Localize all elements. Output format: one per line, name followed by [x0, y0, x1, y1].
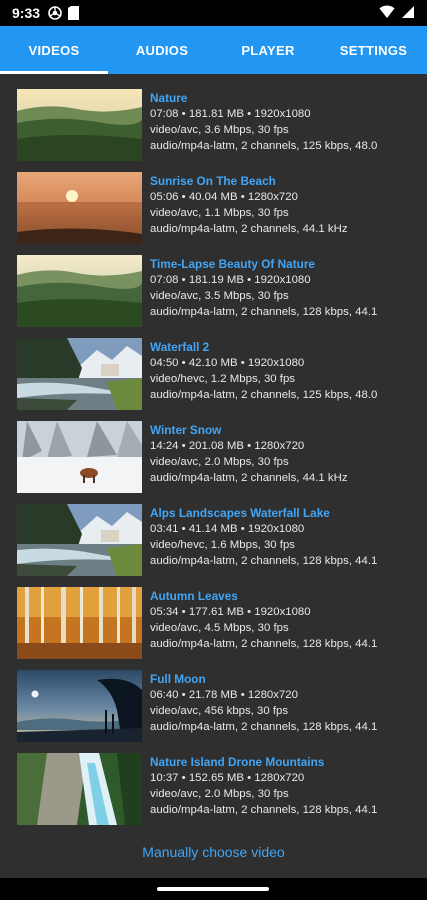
video-codec: video/avc, 2.0 Mbps, 30 fps — [150, 456, 289, 468]
video-info: Nature Island Drone Mountains 10:37 • 15… — [150, 754, 419, 818]
video-title: Nature Island Drone Mountains — [150, 755, 325, 769]
video-item[interactable]: Full Moon 06:40 • 21.78 MB • 1280x720 vi… — [8, 665, 419, 748]
video-thumbnail — [17, 89, 142, 161]
video-info: Full Moon 06:40 • 21.78 MB • 1280x720 vi… — [150, 671, 419, 735]
battery-icon — [401, 5, 415, 22]
video-meta: 04:50 • 42.10 MB • 1920x1080 — [150, 357, 305, 369]
video-info: Autumn Leaves 05:34 • 177.61 MB • 1920x1… — [150, 588, 419, 652]
video-title: Alps Landscapes Waterfall Lake — [150, 506, 330, 520]
video-item[interactable]: Nature 07:08 • 181.81 MB • 1920x1080 vid… — [8, 84, 419, 167]
video-thumbnail — [17, 670, 142, 742]
video-codec: video/hevc, 1.6 Mbps, 30 fps — [150, 539, 295, 551]
video-meta: 10:37 • 152.65 MB • 1280x720 — [150, 772, 305, 784]
video-thumbnail — [17, 421, 142, 493]
video-title: Autumn Leaves — [150, 589, 238, 603]
chrome-icon — [48, 6, 62, 20]
video-meta: 14:24 • 201.08 MB • 1280x720 — [150, 440, 305, 452]
audio-codec: audio/mp4a-latm, 2 channels, 128 kbps, 4… — [150, 721, 378, 733]
video-title: Winter Snow — [150, 423, 222, 437]
video-codec: video/avc, 1.1 Mbps, 30 fps — [150, 207, 289, 219]
audio-codec: audio/mp4a-latm, 2 channels, 128 kbps, 4… — [150, 638, 378, 650]
video-codec: video/avc, 3.5 Mbps, 30 fps — [150, 290, 289, 302]
status-bar: 9:33 — [0, 0, 427, 26]
video-title: Sunrise On The Beach — [150, 174, 276, 188]
video-thumbnail — [17, 504, 142, 576]
video-list: Nature 07:08 • 181.81 MB • 1920x1080 vid… — [0, 74, 427, 831]
video-info: Waterfall 2 04:50 • 42.10 MB • 1920x1080… — [150, 339, 419, 403]
tab-bar: VIDEOS AUDIOS PLAYER SETTINGS — [0, 26, 427, 74]
audio-codec: audio/mp4a-latm, 2 channels, 125 kbps, 4… — [150, 140, 378, 152]
video-meta: 07:08 • 181.19 MB • 1920x1080 — [150, 274, 311, 286]
video-thumbnail — [17, 172, 142, 244]
video-item[interactable]: Nature Island Drone Mountains 10:37 • 15… — [8, 748, 419, 831]
home-gesture-handle[interactable] — [157, 887, 269, 891]
tab-videos[interactable]: VIDEOS — [0, 26, 108, 74]
video-codec: video/avc, 3.6 Mbps, 30 fps — [150, 124, 289, 136]
system-navigation-bar — [0, 878, 427, 900]
video-item[interactable]: Alps Landscapes Waterfall Lake 03:41 • 4… — [8, 499, 419, 582]
tab-audios[interactable]: AUDIOS — [108, 26, 216, 74]
video-info: Time-Lapse Beauty Of Nature 07:08 • 181.… — [150, 256, 419, 320]
video-item[interactable]: Winter Snow 14:24 • 201.08 MB • 1280x720… — [8, 416, 419, 499]
audio-codec: audio/mp4a-latm, 2 channels, 44.1 kHz — [150, 223, 348, 235]
video-info: Nature 07:08 • 181.81 MB • 1920x1080 vid… — [150, 90, 419, 154]
video-info: Winter Snow 14:24 • 201.08 MB • 1280x720… — [150, 422, 419, 486]
status-time: 9:33 — [12, 5, 41, 21]
video-thumbnail — [17, 587, 142, 659]
video-thumbnail — [17, 338, 142, 410]
audio-codec: audio/mp4a-latm, 2 channels, 128 kbps, 4… — [150, 306, 378, 318]
video-thumbnail — [17, 753, 142, 825]
video-codec: video/hevc, 1.2 Mbps, 30 fps — [150, 373, 295, 385]
video-meta: 07:08 • 181.81 MB • 1920x1080 — [150, 108, 311, 120]
audio-codec: audio/mp4a-latm, 2 channels, 128 kbps, 4… — [150, 804, 378, 816]
tab-player[interactable]: PLAYER — [216, 26, 320, 74]
video-title: Time-Lapse Beauty Of Nature — [150, 257, 315, 271]
video-thumbnail — [17, 255, 142, 327]
video-list-panel: Nature 07:08 • 181.81 MB • 1920x1080 vid… — [0, 74, 427, 878]
video-item[interactable]: Sunrise On The Beach 05:06 • 40.04 MB • … — [8, 167, 419, 250]
video-meta: 03:41 • 41.14 MB • 1920x1080 — [150, 523, 305, 535]
video-codec: video/avc, 456 kbps, 30 fps — [150, 705, 289, 717]
video-item[interactable]: Autumn Leaves 05:34 • 177.61 MB • 1920x1… — [8, 582, 419, 665]
video-item[interactable]: Waterfall 2 04:50 • 42.10 MB • 1920x1080… — [8, 333, 419, 416]
wifi-icon — [379, 5, 395, 22]
video-info: Alps Landscapes Waterfall Lake 03:41 • 4… — [150, 505, 419, 569]
video-info: Sunrise On The Beach 05:06 • 40.04 MB • … — [150, 173, 419, 237]
audio-codec: audio/mp4a-latm, 2 channels, 128 kbps, 4… — [150, 555, 378, 567]
video-meta: 05:06 • 40.04 MB • 1280x720 — [150, 191, 298, 203]
audio-codec: audio/mp4a-latm, 2 channels, 44.1 kHz — [150, 472, 348, 484]
video-codec: video/avc, 4.5 Mbps, 30 fps — [150, 622, 289, 634]
file-icon — [68, 6, 80, 20]
video-codec: video/avc, 2.0 Mbps, 30 fps — [150, 788, 289, 800]
video-meta: 06:40 • 21.78 MB • 1280x720 — [150, 689, 298, 701]
manual-choose-video-link[interactable]: Manually choose video — [0, 844, 427, 860]
tab-settings[interactable]: SETTINGS — [320, 26, 427, 74]
video-title: Full Moon — [150, 672, 206, 686]
video-title: Nature — [150, 91, 188, 105]
audio-codec: audio/mp4a-latm, 2 channels, 125 kbps, 4… — [150, 389, 378, 401]
video-meta: 05:34 • 177.61 MB • 1920x1080 — [150, 606, 311, 618]
video-title: Waterfall 2 — [150, 340, 210, 354]
video-item[interactable]: Time-Lapse Beauty Of Nature 07:08 • 181.… — [8, 250, 419, 333]
